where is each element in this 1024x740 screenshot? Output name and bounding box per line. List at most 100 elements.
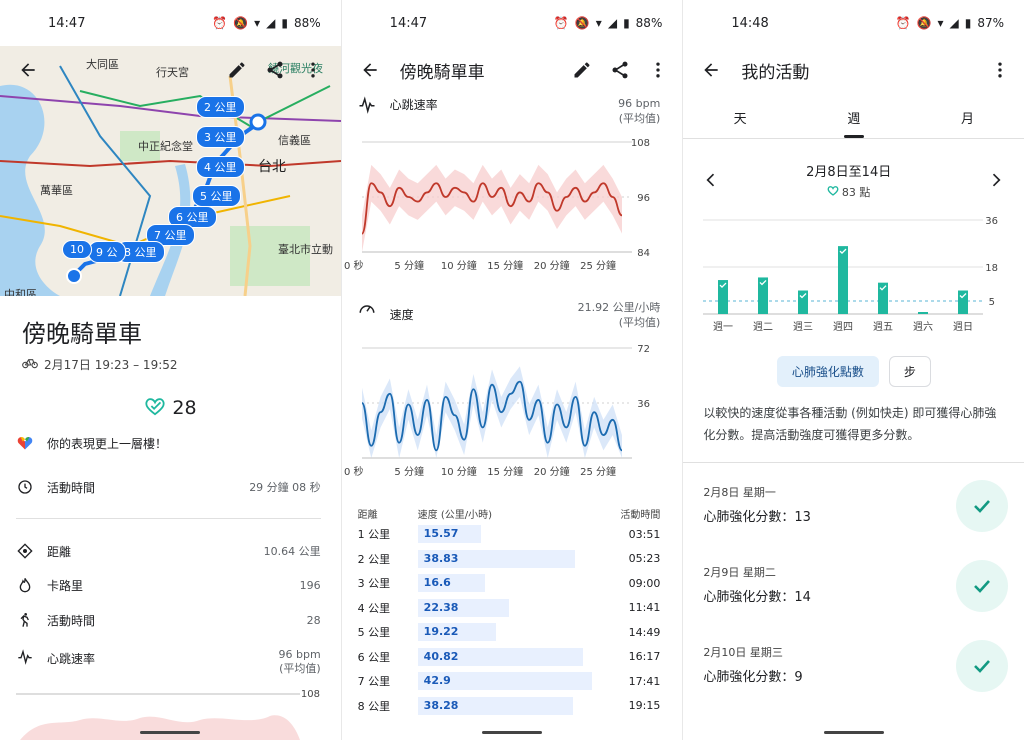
share-icon[interactable] [606, 56, 634, 84]
col-header: 活動時間 [620, 510, 661, 521]
period-tabs: 天 週 月 [683, 94, 1024, 139]
split-speed: 38.28 [423, 698, 459, 712]
day-summary-item[interactable]: 2月9日 星期二 心肺強化分數：14 [703, 560, 1009, 620]
workout-detail-screen: 14:47 ⏰ 🔕 ▾ ◢ ▮ 88% 傍晚騎單車 心跳速率 96 bpm (平… [340, 0, 683, 740]
heart-rate-chart: 108 96 84 0 秒 5 分鐘 10 分鐘 15 分鐘 20 分鐘 25 分鐘 [344, 138, 650, 272]
km-marker[interactable]: 4 公里 [196, 156, 245, 178]
active-time-row: 活動時間 29 分鐘 08 秒 [16, 478, 321, 496]
workout-date-row: 2月17日 19:23 – 19:52 [22, 356, 178, 373]
more-vert-icon[interactable] [986, 56, 1014, 84]
tab-month[interactable]: 月 [911, 94, 1024, 138]
split-table-header: 距離 速度 (公里/小時) 活動時間 [358, 506, 661, 522]
split-distance: 3 公里 [357, 577, 391, 591]
chevron-left-icon[interactable] [697, 166, 725, 194]
app-bar: 傍晚騎單車 [342, 46, 683, 94]
split-row: 4 公里 22.38 11:41 [357, 596, 661, 621]
day-summary-item[interactable]: 2月10日 星期三 心肺強化分數：9 [703, 640, 1009, 700]
gesture-nav-bar[interactable] [140, 731, 201, 734]
tab-day[interactable]: 天 [683, 94, 797, 138]
app-bar: 我的活動 [683, 46, 1024, 94]
bar[interactable] [878, 282, 889, 314]
km-marker[interactable]: 2 公里 [196, 96, 245, 118]
stat-label: 距離 [47, 544, 72, 559]
chip-steps[interactable]: 步 [888, 356, 931, 387]
x-tick-label: 週六 [913, 321, 933, 333]
split-time: 05:23 [628, 552, 661, 566]
back-arrow-icon[interactable] [697, 56, 725, 84]
split-time: 19:15 [628, 699, 661, 713]
google-fit-heart-icon [16, 434, 34, 452]
gesture-nav-bar[interactable] [482, 731, 542, 734]
map-label: 中和區 [4, 288, 37, 296]
x-tick-label: 0 秒 [344, 465, 364, 478]
x-tick-label: 15 分鐘 [487, 465, 523, 478]
battery-icon: ▮ [281, 16, 288, 30]
more-vert-icon[interactable] [644, 56, 672, 84]
bar[interactable] [918, 312, 929, 314]
chevron-right-icon[interactable] [982, 166, 1010, 194]
week-navigator: 2月8日至14日 83 點 [697, 160, 1010, 200]
km-marker[interactable]: 5 公里 [192, 185, 241, 207]
y-tick-label: 96 [637, 193, 650, 204]
route-map[interactable]: 大同區 行天宮 萬華區 中正紀念堂 台北 信義區 臺北市立動 中和區 饒河觀光夜… [0, 46, 341, 296]
mute-icon: 🔕 [233, 16, 249, 30]
split-speed: 40.82 [423, 649, 459, 663]
split-speed: 42.9 [423, 674, 451, 688]
split-speed: 16.6 [423, 576, 451, 590]
mute-icon: 🔕 [916, 16, 932, 30]
bar[interactable] [958, 290, 969, 315]
split-time: 17:41 [628, 674, 661, 688]
check-circle-icon [956, 560, 1009, 612]
achievement-message: 你的表現更上一層樓！ [47, 436, 168, 451]
heart-points-icon [144, 396, 166, 420]
divider [683, 462, 1024, 463]
gesture-nav-bar[interactable] [823, 731, 884, 734]
chip-heart-points[interactable]: 心肺強化點數 [776, 356, 879, 387]
signal-icon: ◢ [949, 16, 959, 30]
heart-rate-section-header: 心跳速率 96 bpm (平均值) [358, 96, 660, 126]
x-tick-label: 週五 [873, 321, 893, 333]
tick-label: 108 [301, 689, 320, 700]
battery-percent: 87% [977, 16, 1005, 30]
edit-pencil-icon[interactable] [223, 56, 251, 84]
edit-pencil-icon[interactable] [568, 56, 596, 84]
alarm-icon: ⏰ [212, 16, 228, 30]
heart-points-icon [827, 185, 839, 199]
page-title: 我的活動 [741, 62, 810, 83]
back-arrow-icon[interactable] [356, 56, 384, 84]
x-tick-label: 0 秒 [344, 259, 364, 272]
speed-section-header: 速度 21.92 公里/小時 (平均值) [358, 300, 660, 330]
split-distance: 6 公里 [357, 650, 391, 664]
share-icon[interactable] [261, 56, 289, 84]
more-vert-icon[interactable] [299, 56, 327, 84]
active-time-value: 29 分鐘 08 秒 [249, 481, 321, 494]
x-tick-label: 25 分鐘 [580, 259, 616, 272]
y-tick-label: 108 [631, 138, 650, 149]
split-distance: 4 公里 [357, 601, 391, 615]
bar[interactable] [798, 290, 809, 315]
alarm-icon: ⏰ [895, 16, 911, 30]
tab-week[interactable]: 週 [797, 94, 911, 138]
battery-icon: ▮ [623, 16, 630, 30]
stat-row-move-minutes: 活動時間 28 [16, 611, 321, 629]
km-marker[interactable]: 10 [62, 240, 92, 259]
speed-chart: 72 36 0 秒 5 分鐘 10 分鐘 15 分鐘 20 分鐘 25 分鐘 [344, 344, 650, 478]
back-arrow-icon[interactable] [14, 56, 42, 84]
speed-label: 速度 [389, 308, 414, 322]
battery-percent: 88% [635, 16, 663, 30]
x-tick-label: 週一 [713, 321, 733, 333]
x-tick-label: 週日 [953, 321, 973, 333]
map-label: 中正紀念堂 [138, 140, 193, 153]
split-distance: 8 公里 [357, 699, 391, 713]
split-row: 3 公里 16.6 09:00 [357, 571, 660, 596]
col-header: 距離 [357, 510, 378, 521]
speedometer-icon [358, 300, 376, 318]
split-row: 2 公里 38.83 05:23 [357, 547, 661, 572]
km-marker[interactable]: 9 公 [88, 241, 126, 263]
km-marker[interactable]: 3 公里 [196, 126, 245, 148]
heart-rate-pulse-icon [358, 96, 376, 114]
bar[interactable] [838, 246, 849, 314]
split-distance: 2 公里 [357, 552, 391, 566]
split-time: 11:41 [628, 601, 661, 615]
day-summary-item[interactable]: 2月8日 星期一 心肺強化分數：13 [703, 480, 1009, 540]
